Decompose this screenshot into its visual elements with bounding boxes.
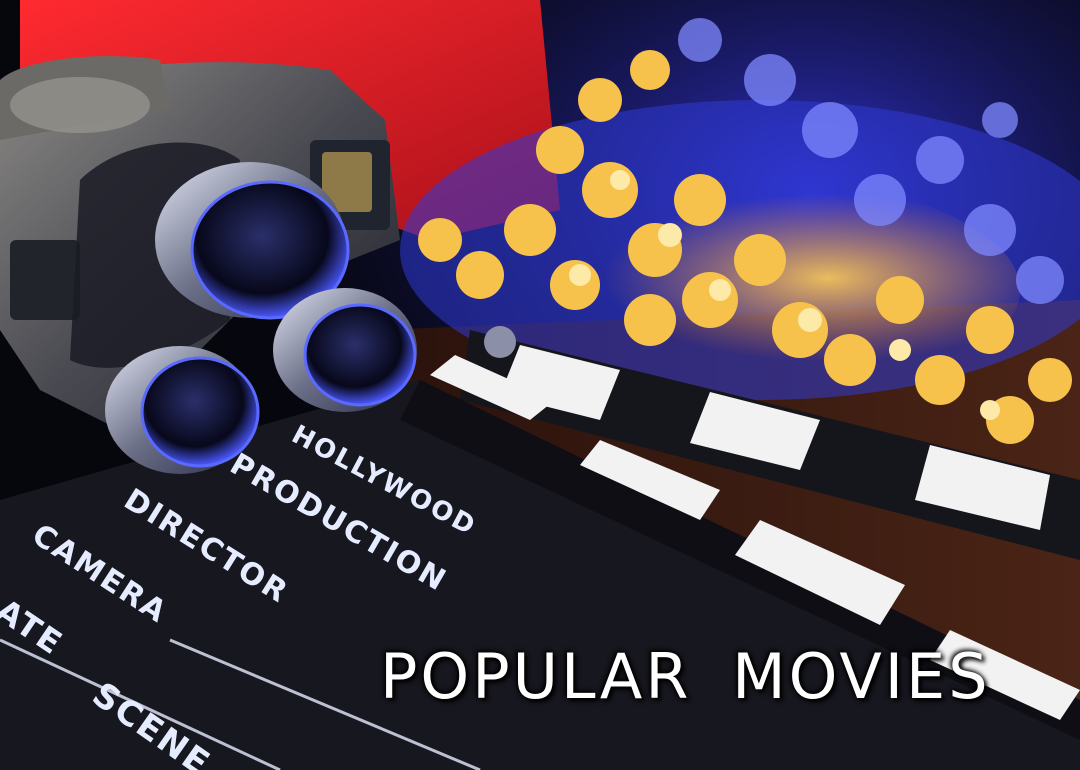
- lens-small-right: [273, 288, 417, 412]
- movie-banner: HOLLYWOOD PRODUCTION DIRECTOR CAMERA DAT…: [0, 0, 1080, 770]
- banner-headline: POPULAR MOVIES: [380, 640, 991, 713]
